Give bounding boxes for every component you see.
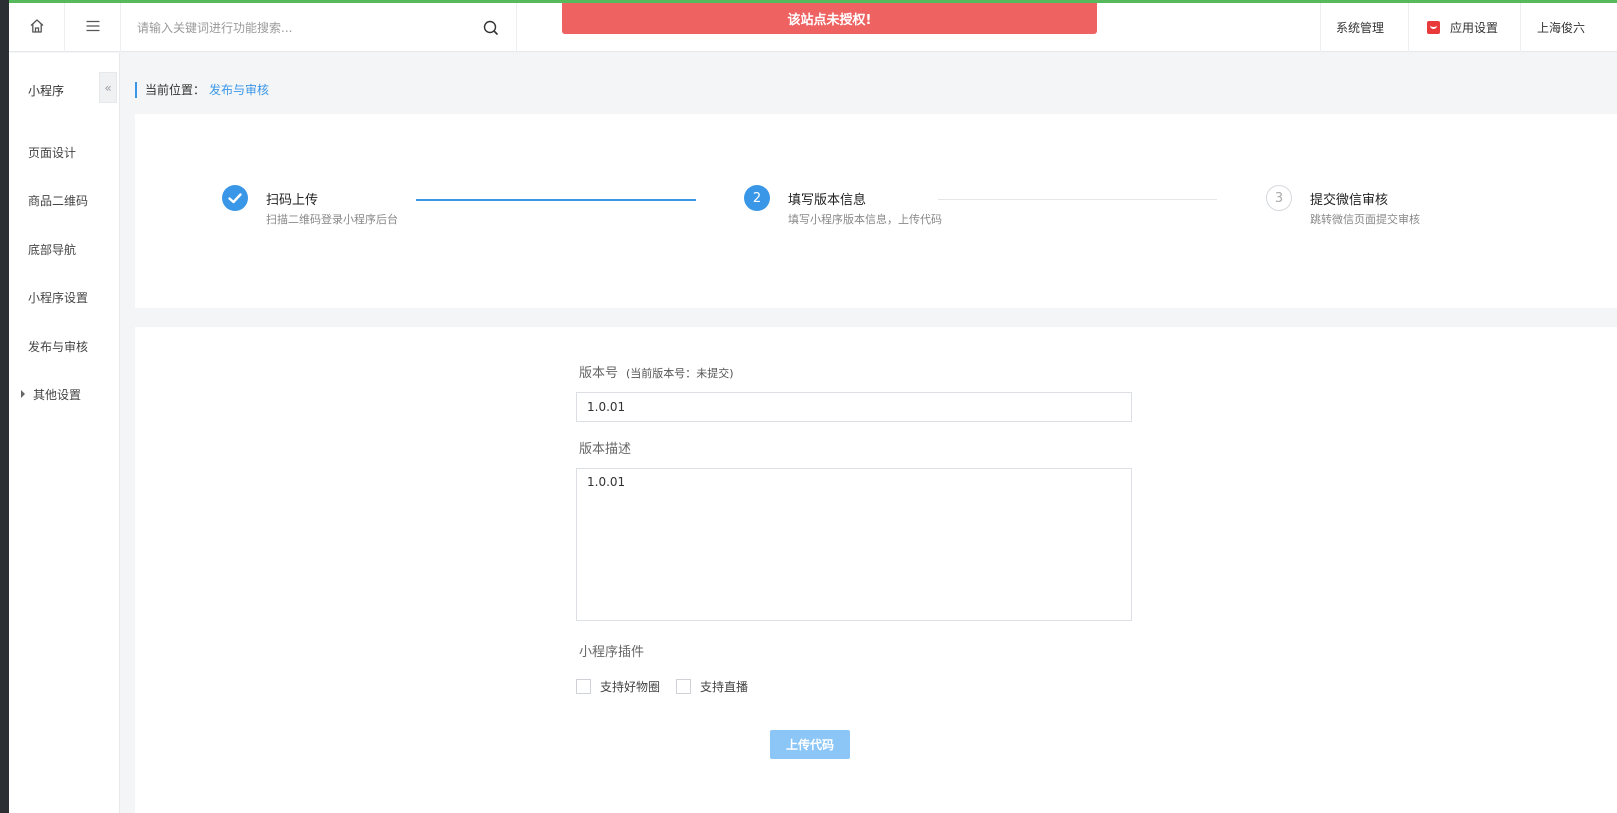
top-header: 该站点未授权! 系统管理 应用设置 上海俊六 [9, 3, 1617, 52]
unauthorized-alert: 该站点未授权! [562, 3, 1097, 34]
search-bar [122, 3, 517, 52]
description-textarea[interactable]: 1.0.01 [576, 468, 1132, 621]
step-description: 填写小程序版本信息，上传代码 [788, 213, 942, 226]
step-done-circle [222, 185, 248, 211]
sidebar-item-other-settings[interactable]: 其他设置 [21, 386, 81, 403]
checkbox[interactable] [676, 679, 691, 694]
app-settings-link[interactable]: 应用设置 [1408, 3, 1520, 52]
breadcrumb: 当前位置： 发布与审核 [135, 82, 269, 98]
upload-code-button[interactable]: 上传代码 [770, 730, 850, 759]
app-settings-label: 应用设置 [1450, 21, 1499, 35]
sidebar-item-miniapp-settings[interactable]: 小程序设置 [28, 289, 88, 306]
menu-toggle-button[interactable] [65, 3, 121, 52]
system-management-link[interactable]: 系统管理 [1320, 3, 1408, 52]
organization-label: 上海俊六 [1537, 21, 1586, 35]
search-icon[interactable] [482, 19, 500, 37]
plugin-option-live[interactable]: 支持直播 [676, 678, 748, 695]
organization-menu[interactable]: 上海俊六 [1520, 3, 1617, 52]
step-title: 填写版本信息 [788, 193, 867, 208]
home-icon [29, 18, 45, 38]
sidebar-item-label: 其他设置 [33, 388, 82, 402]
sidebar-title: 小程序 [28, 84, 65, 98]
sidebar-item-publish-review[interactable]: 发布与审核 [28, 338, 88, 355]
plugin-option-label: 支持好物圈 [600, 680, 661, 694]
step-connector-done [416, 199, 696, 201]
step-number-circle: 3 [1266, 185, 1292, 211]
version-input[interactable] [576, 392, 1132, 422]
plugin-option-haowuquan[interactable]: 支持好物圈 [576, 678, 660, 695]
plugins-label: 小程序插件 [579, 645, 645, 660]
system-management-label: 系统管理 [1336, 21, 1385, 35]
red-bag-icon [1427, 21, 1440, 34]
sidebar-collapse-button[interactable]: « [99, 72, 117, 103]
plugin-option-label: 支持直播 [700, 680, 749, 694]
step-connector-todo [938, 199, 1217, 200]
sidebar-item-page-design[interactable]: 页面设计 [28, 144, 76, 161]
version-form: 版本号 (当前版本号：未提交) 版本描述 1.0.01 小程序插件 支持好物圈 支… [135, 327, 1617, 813]
sidebar: 小程序 « 页面设计 商品二维码 底部导航 小程序设置 发布与审核 其他设置 [9, 53, 120, 813]
step-description: 扫描二维码登录小程序后台 [266, 213, 398, 226]
step-title: 提交微信审核 [1310, 193, 1389, 208]
step-title: 扫码上传 [266, 193, 319, 208]
home-button[interactable] [9, 3, 65, 52]
current-version-hint: (当前版本号：未提交) [626, 367, 734, 380]
checkbox[interactable] [576, 679, 591, 694]
steps-card: 扫码上传 扫描二维码登录小程序后台 2 填写版本信息 填写小程序版本信息，上传代… [135, 114, 1617, 308]
sidebar-item-product-qrcode[interactable]: 商品二维码 [28, 192, 88, 209]
breadcrumb-prefix: 当前位置： [145, 83, 206, 97]
check-icon [228, 193, 242, 204]
version-label: 版本号 (当前版本号：未提交) [579, 362, 734, 381]
description-label: 版本描述 [579, 442, 632, 457]
sidebar-item-bottom-nav[interactable]: 底部导航 [28, 241, 76, 258]
menu-icon [85, 18, 101, 38]
search-input[interactable] [137, 17, 467, 39]
caret-right-icon [21, 390, 25, 398]
version-label-text: 版本号 [579, 366, 619, 381]
step-description: 跳转微信页面提交审核 [1310, 213, 1420, 226]
step-number-circle: 2 [744, 185, 770, 211]
app-window: 该站点未授权! 系统管理 应用设置 上海俊六 小程序 « 页面设计 商品二维码 … [9, 0, 1617, 813]
breadcrumb-current-link[interactable]: 发布与审核 [209, 83, 269, 97]
double-chevron-left-icon: « [104, 80, 112, 95]
